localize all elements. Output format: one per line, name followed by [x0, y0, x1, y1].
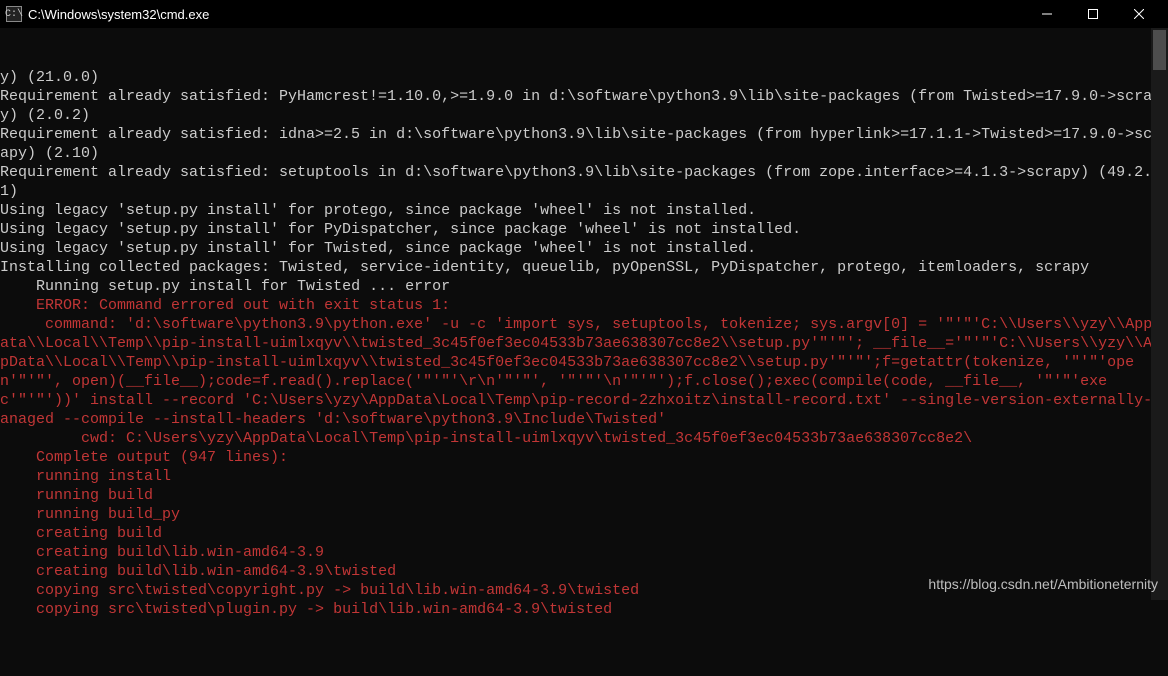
scrollbar-thumb[interactable]: [1153, 30, 1166, 70]
window-controls: [1024, 0, 1162, 28]
terminal-line: cwd: C:\Users\yzy\AppData\Local\Temp\pip…: [0, 429, 1168, 448]
terminal-line: command: 'd:\software\python3.9\python.e…: [0, 315, 1168, 429]
terminal-line: creating build\lib.win-amd64-3.9: [0, 543, 1168, 562]
terminal-line: ERROR: Command errored out with exit sta…: [0, 296, 1168, 315]
terminal-line: Using legacy 'setup.py install' for Twis…: [0, 239, 1168, 258]
terminal-line: Using legacy 'setup.py install' for prot…: [0, 201, 1168, 220]
titlebar[interactable]: C:\ C:\Windows\system32\cmd.exe: [0, 0, 1168, 28]
scrollbar[interactable]: [1151, 28, 1168, 600]
maximize-button[interactable]: [1070, 0, 1116, 28]
terminal-output[interactable]: y) (21.0.0)Requirement already satisfied…: [0, 28, 1168, 600]
terminal-line: copying src\twisted\plugin.py -> build\l…: [0, 600, 1168, 619]
terminal-line: running build_py: [0, 505, 1168, 524]
terminal-line: Requirement already satisfied: PyHamcres…: [0, 87, 1168, 125]
close-icon: [1134, 9, 1144, 19]
terminal-line: Installing collected packages: Twisted, …: [0, 258, 1168, 277]
terminal-line: Running setup.py install for Twisted ...…: [0, 277, 1168, 296]
terminal-line: creating build: [0, 524, 1168, 543]
terminal-line: Using legacy 'setup.py install' for PyDi…: [0, 220, 1168, 239]
maximize-icon: [1088, 9, 1098, 19]
terminal-line: Requirement already satisfied: setuptool…: [0, 163, 1168, 201]
cmd-icon: C:\: [6, 6, 22, 22]
window-title: C:\Windows\system32\cmd.exe: [28, 7, 1024, 22]
minimize-button[interactable]: [1024, 0, 1070, 28]
terminal-line: y) (21.0.0): [0, 68, 1168, 87]
watermark: https://blog.csdn.net/Ambitioneternity: [928, 575, 1158, 594]
minimize-icon: [1042, 9, 1052, 19]
terminal-line: running build: [0, 486, 1168, 505]
terminal-line: Requirement already satisfied: idna>=2.5…: [0, 125, 1168, 163]
terminal-line: Complete output (947 lines):: [0, 448, 1168, 467]
terminal-line: running install: [0, 467, 1168, 486]
close-button[interactable]: [1116, 0, 1162, 28]
